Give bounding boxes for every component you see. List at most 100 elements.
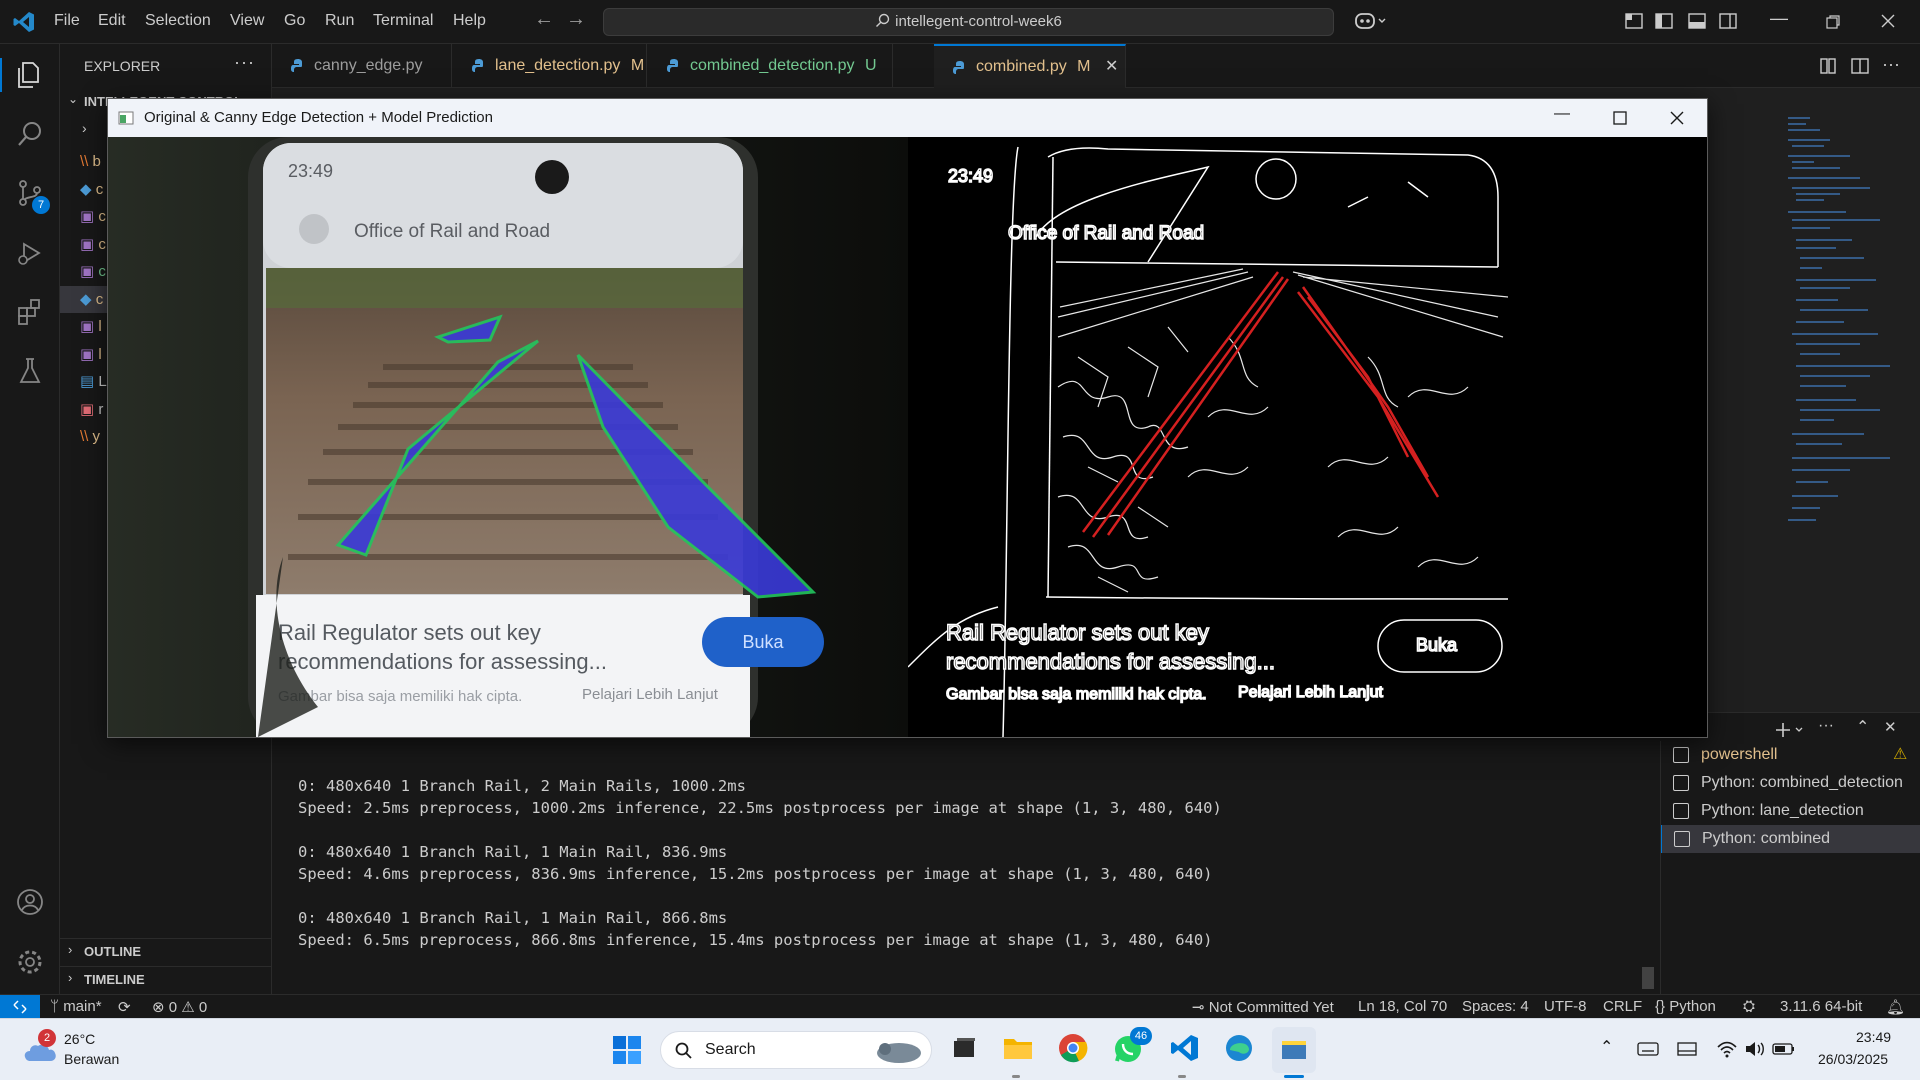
copilot-status-icon[interactable]: ⛭	[1743, 998, 1755, 1015]
toggle-secondary-sidebar-icon[interactable]	[1717, 10, 1739, 32]
minimap-code-icon	[1788, 117, 1890, 521]
python-window-taskbar-item[interactable]	[1272, 1027, 1316, 1073]
restore-window-button[interactable]	[1825, 14, 1841, 30]
scrollbar-thumb[interactable]	[1642, 967, 1654, 989]
task-view-icon[interactable]	[950, 1035, 978, 1063]
battery-icon[interactable]	[1772, 1041, 1796, 1057]
timeline-title: TIMELINE	[84, 972, 145, 987]
language-mode[interactable]: {} Python	[1655, 998, 1716, 1015]
menu-go[interactable]: Go	[284, 12, 305, 30]
weather-widget[interactable]: 2 26°C Berawan	[18, 1027, 168, 1073]
minimap[interactable]	[1780, 108, 1898, 628]
phone-footer: Gambar bisa saja memiliki hak cipta.	[278, 688, 522, 705]
tab-lane-detection[interactable]: lane_detection.py M	[453, 44, 647, 88]
wifi-icon[interactable]	[1716, 1039, 1738, 1059]
menu-view[interactable]: View	[230, 12, 264, 30]
timeline-section[interactable]: › TIMELINE	[60, 966, 272, 990]
testing-icon[interactable]	[15, 356, 45, 386]
forward-arrow-icon[interactable]: →	[566, 8, 586, 31]
copilot-icon[interactable]	[1354, 10, 1388, 32]
terminal-session-combined[interactable]: Python: combined	[1661, 825, 1920, 853]
menu-run[interactable]: Run	[325, 12, 354, 30]
extensions-icon[interactable]	[15, 297, 45, 327]
terminal-line: 0: 480x640 1 Branch Rail, 1 Main Rail, 8…	[298, 909, 728, 927]
edge-headline-2: recommendations for assessing...	[946, 649, 1275, 674]
chrome-icon[interactable]	[1058, 1033, 1088, 1063]
clock-date[interactable]: 26/03/2025	[1818, 1051, 1888, 1067]
close-window-button[interactable]	[1880, 13, 1896, 29]
vscode-taskbar-icon[interactable]	[1170, 1033, 1200, 1063]
outline-section[interactable]: › OUTLINE	[60, 938, 272, 962]
chevron-right-icon: ›	[82, 120, 87, 136]
active-indicator	[0, 58, 2, 92]
split-editor-icon[interactable]	[1850, 56, 1870, 76]
problems-indicator[interactable]: ⊗ 0 ⚠ 0	[152, 998, 207, 1016]
menu-edit[interactable]: Edit	[98, 12, 126, 30]
terminal-scrollbar[interactable]	[1642, 797, 1654, 993]
tab-combined-detection[interactable]: combined_detection.py U	[648, 44, 893, 88]
indentation[interactable]: Spaces: 4	[1462, 998, 1529, 1015]
command-center-search[interactable]: intellegent-control-week6	[603, 8, 1334, 36]
more-actions-icon[interactable]: ···	[234, 52, 255, 73]
menu-selection[interactable]: Selection	[145, 12, 211, 30]
terminal-session-lane-detection[interactable]: Python: lane_detection	[1661, 797, 1920, 825]
minimize-window-button[interactable]: —	[1770, 8, 1788, 29]
terminal-session-combined-detection[interactable]: Python: combined_detection	[1661, 769, 1920, 797]
search-highlight-icon	[877, 1043, 921, 1063]
sync-icon[interactable]: ⟳	[118, 998, 131, 1016]
tab-label: combined_detection.py	[690, 57, 855, 74]
accounts-icon[interactable]	[15, 887, 45, 917]
settings-gear-icon[interactable]	[15, 947, 45, 977]
maximize-window-button[interactable]	[1613, 111, 1627, 125]
taskbar-search-box[interactable]: Search	[660, 1031, 932, 1069]
cursor-position[interactable]: Ln 18, Col 70	[1358, 998, 1447, 1015]
encoding[interactable]: UTF-8	[1544, 998, 1587, 1015]
volume-icon[interactable]	[1744, 1039, 1766, 1059]
keyboard-icon[interactable]	[1637, 1041, 1659, 1057]
close-panel-icon[interactable]: ✕	[1884, 718, 1897, 736]
outline-title: OUTLINE	[84, 944, 142, 959]
file-explorer-icon[interactable]	[1002, 1033, 1034, 1063]
tab-canny-edge[interactable]: canny_edge.py	[272, 44, 452, 88]
clock-time[interactable]: 23:49	[1856, 1029, 1891, 1045]
back-arrow-icon[interactable]: ←	[534, 8, 554, 31]
menu-file[interactable]: File	[54, 12, 80, 30]
python-file-icon	[291, 59, 302, 72]
terminal-session-powershell[interactable]: powershell ⚠	[1661, 741, 1920, 769]
new-terminal-icon[interactable]	[1776, 721, 1806, 739]
menu-help[interactable]: Help	[453, 12, 486, 30]
more-actions-icon[interactable]: ···	[1818, 717, 1834, 735]
branch-indicator[interactable]: ᛘ main*	[50, 998, 102, 1015]
customize-layout-icon[interactable]	[1623, 10, 1645, 32]
opencv-title-bar[interactable]: Original & Canny Edge Detection + Model …	[108, 99, 1707, 137]
notifications-bell-icon[interactable]: 🔔︎	[1886, 998, 1905, 1016]
windows-start-icon[interactable]	[612, 1035, 642, 1065]
phone-headline-2: recommendations for assessing...	[278, 649, 607, 674]
more-actions-icon[interactable]: ···	[1882, 54, 1900, 75]
show-hidden-icons-chevron[interactable]: ⌃	[1600, 1037, 1613, 1057]
close-window-button[interactable]	[1670, 111, 1684, 125]
close-tab-icon[interactable]: ✕	[1105, 58, 1118, 75]
canny-edge-image: 23:49 Office of Rail and Road Rail Regul…	[908, 137, 1707, 737]
line-ending[interactable]: CRLF	[1603, 998, 1642, 1015]
search-icon[interactable]	[15, 119, 45, 149]
minimize-window-button[interactable]: —	[1554, 105, 1570, 123]
git-blame[interactable]: ⊸ Not Committed Yet	[1192, 998, 1334, 1016]
app-window-icon	[118, 111, 134, 125]
run-debug-icon[interactable]	[15, 238, 45, 268]
tab-status: M	[1077, 58, 1091, 75]
display-icon[interactable]	[1676, 1041, 1698, 1057]
camera-frame-image: Buka 23:49 Office of Rail and Road Rail …	[108, 137, 908, 737]
toggle-primary-sidebar-icon[interactable]	[1653, 10, 1675, 32]
tab-combined-active[interactable]: combined.py M ✕	[934, 44, 1126, 88]
remote-indicator[interactable]	[0, 995, 40, 1019]
explorer-icon[interactable]	[15, 60, 45, 90]
maximize-panel-icon[interactable]: ⌃	[1856, 717, 1869, 737]
compare-changes-icon[interactable]	[1818, 56, 1838, 76]
menu-terminal[interactable]: Terminal	[373, 12, 433, 30]
opencv-window: Original & Canny Edge Detection + Model …	[107, 98, 1708, 738]
original-frame-panel: Buka 23:49 Office of Rail and Road Rail …	[108, 137, 908, 737]
toggle-panel-icon[interactable]	[1686, 10, 1708, 32]
python-interpreter[interactable]: 3.11.6 64-bit	[1780, 998, 1862, 1015]
edge-icon[interactable]	[1224, 1033, 1254, 1063]
